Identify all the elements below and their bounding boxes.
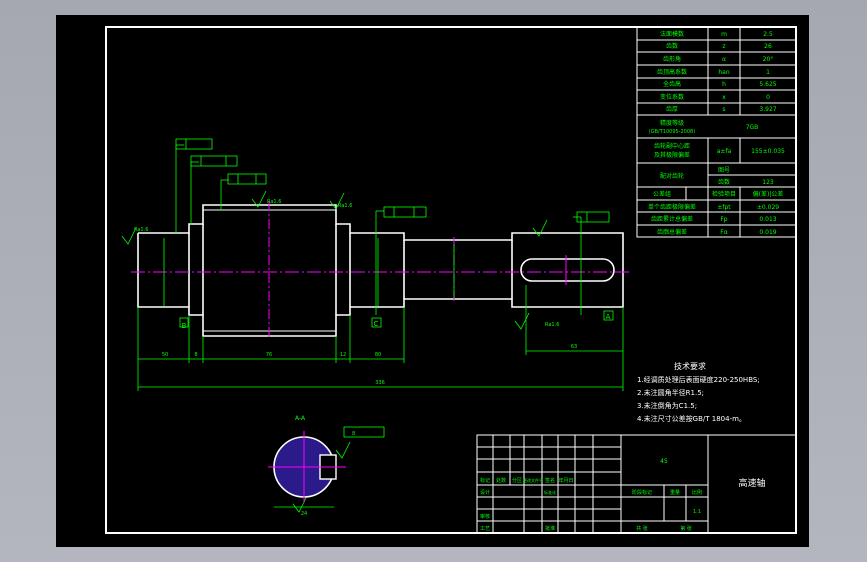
section-dim: 24 [301,511,307,517]
param-sym-5: x [722,94,726,101]
ra-left: Ra1.6 [134,227,148,233]
dim-key: 63 [571,344,577,350]
dim-seg5: 80 [375,352,381,358]
tb-scale: 1:1 [693,509,701,515]
cum-pitch: 齿距累计总偏差 [651,215,693,223]
tb-weight: 重量 [670,489,680,496]
dim-overall: 336 [375,380,385,386]
param-sym-0: m [721,31,727,38]
check-val: 偏(差)|公差 [753,190,784,198]
grade-val: 7GB [746,124,759,131]
dim-seg3: 76 [266,352,272,358]
tb-change: 更改文件号 [523,477,543,483]
param-val-4: 5.625 [759,81,776,88]
datum-b: B [182,322,187,330]
tech-req-line-4: 4.未注尺寸公差按GB/T 1804-m。 [637,414,746,423]
mate-label: 配对齿轮 [660,172,684,180]
tb-ratio: 比例 [692,489,702,496]
param-val-5: 0 [766,94,770,101]
param-label-1: 齿数 [666,42,678,50]
datum-a: A [606,313,611,321]
technical-requirements: 技术要求 1.经调质处理后表面硬度220-250HBS; 2.未注圆角半径R1.… [637,361,760,423]
dim-seg4: 12 [340,352,346,358]
shaft-outline [137,204,624,337]
tb-approve: 批准 [545,525,555,532]
param-sym-3: han [718,69,729,76]
param-sym-2: α [722,56,726,63]
tb-material: 45 [660,458,668,465]
param-sym-1: z [722,43,725,50]
profile-dev: 齿廓总偏差 [657,228,687,236]
profile-val: 0.019 [759,229,776,236]
single-pitch: 单个齿距极限偏差 [648,203,696,211]
dimension-text: 50 8 76 12 80 336 63 B C A Ra1.6 Ra1.6 R… [134,199,611,386]
tech-req-title: 技术要求 [674,361,706,371]
check-item: 检验项目 [712,190,736,198]
tb-sign: 签名 [545,477,555,484]
tb-date: 年月日 [558,477,573,484]
section-width: 8 [352,431,355,437]
tb-review: 审核 [480,513,490,520]
tb-sheets: 共 张 [636,525,648,532]
grade-label: 精度等级 [660,119,684,127]
tb-std: 标准化 [544,489,556,495]
center-sym: a±fa [717,148,732,155]
tb-sheet-of: 第 张 [680,525,692,532]
tb-design: 设计 [480,489,490,496]
cum-pitch-val: 0.013 [759,216,776,223]
teeth-label: 齿数 [718,178,730,186]
drawing-no-label: 图号 [718,167,730,174]
ra-bottom: Ra1.6 [545,322,559,328]
dim-seg1: 50 [162,352,168,358]
center-val: 155±0.035 [751,148,785,155]
param-val-2: 20° [763,56,774,63]
param-label-4: 全齿高 [663,80,681,88]
center-label-2: 及其极限偏差 [654,151,690,159]
part-name: 高速轴 [738,477,765,489]
tol-group: 公差组 [653,190,671,198]
datum-c: C [374,320,379,328]
cad-viewport[interactable]: 法面模数 m 2.5 齿数 z 26 齿形角 α 20° 齿顶高系数 han 1… [0,0,867,562]
tb-stage: 阶段标记 [632,489,652,496]
grade-std: (GB/T10095-2008) [649,129,695,135]
param-sym-4: h [722,81,726,88]
keyway [520,258,615,282]
tech-req-line-3: 3.未注倒角为C1.5; [637,401,697,410]
param-label-5: 变位系数 [660,93,684,101]
param-val-1: 26 [764,43,772,50]
single-pitch-sym: ±fpt [717,204,731,211]
tech-req-line-2: 2.未注圆角半径R1.5; [637,388,704,397]
tb-craft: 工艺 [480,526,490,532]
section-view-a-a: A-A 24 8 [268,415,385,517]
param-val-3: 1 [766,69,770,76]
tech-req-line-1: 1.经调质处理后表面硬度220-250HBS; [637,375,760,384]
param-label-0: 法面模数 [660,30,684,38]
param-sym-6: s [722,106,725,113]
param-label-3: 齿顶高系数 [657,68,687,76]
tb-mark: 标记 [480,477,490,484]
single-pitch-val: ±0.029 [757,204,779,211]
ra-right: Ra1.6 [338,203,352,209]
tb-zone: 分区 [512,477,522,484]
section-label: A-A [295,415,306,422]
center-label-1: 齿轮副中心距 [654,142,690,150]
param-table-text: 法面模数 m 2.5 齿数 z 26 齿形角 α 20° 齿顶高系数 han 1… [648,30,785,236]
dim-seg2: 8 [194,352,197,358]
param-val-0: 2.5 [763,31,773,38]
param-val-6: 3.927 [759,106,776,113]
param-label-6: 齿厚 [666,105,678,113]
ra-top: Ra1.6 [267,199,281,205]
drawing-canvas: 法面模数 m 2.5 齿数 z 26 齿形角 α 20° 齿顶高系数 han 1… [105,26,797,534]
profile-sym: Fα [720,229,727,236]
teeth-val: 123 [762,179,774,186]
cum-pitch-sym: Fp [720,216,727,223]
tb-count: 处数 [496,477,506,484]
param-label-2: 齿形角 [663,55,681,63]
drawing-sheet: 法面模数 m 2.5 齿数 z 26 齿形角 α 20° 齿顶高系数 han 1… [56,15,809,547]
